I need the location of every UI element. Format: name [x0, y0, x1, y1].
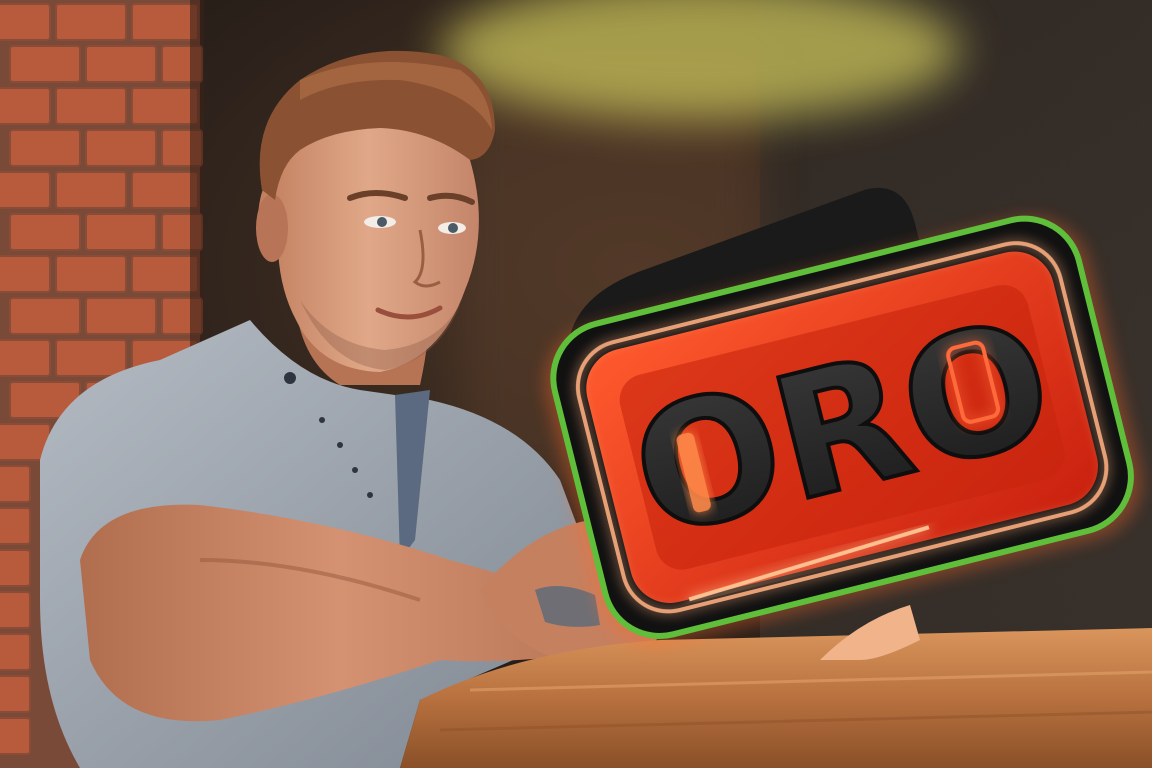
ear [256, 194, 288, 262]
scene: ORO [0, 0, 1152, 768]
scene-illustration: ORO [0, 0, 1152, 768]
